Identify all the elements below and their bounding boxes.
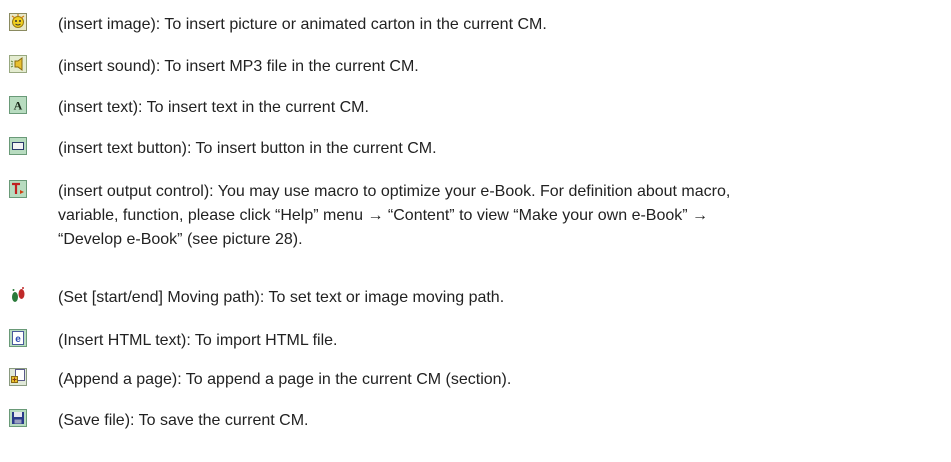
save-file-icon	[9, 409, 27, 427]
item-description: (insert output control): You may use mac…	[58, 180, 943, 252]
item-description: (insert text button): To insert button i…	[58, 140, 437, 157]
append-page-icon	[9, 368, 27, 386]
insert-html-text-icon: e	[9, 329, 27, 347]
item-description: (insert text): To insert text in the cur…	[58, 99, 369, 116]
insert-image-icon	[9, 13, 27, 31]
item-description: (Set [start/end] Moving path): To set te…	[58, 289, 505, 306]
description-line: variable, function, please click “Help” …	[58, 207, 709, 224]
item-description: (Append a page): To append a page in the…	[58, 371, 512, 388]
description-line: (insert output control): You may use mac…	[58, 183, 731, 200]
insert-output-control-icon	[9, 180, 27, 198]
item-description: (Save file): To save the current CM.	[58, 412, 309, 429]
moving-path-icon	[9, 286, 27, 304]
insert-text-button-icon	[9, 137, 27, 155]
insert-text-icon: A	[9, 96, 27, 114]
item-description: (Insert HTML text): To import HTML file.	[58, 332, 338, 349]
svg-text:A: A	[14, 99, 23, 113]
item-description: (insert image): To insert picture or ani…	[58, 16, 547, 33]
item-description: (insert sound): To insert MP3 file in th…	[58, 58, 419, 75]
svg-text:e: e	[15, 334, 21, 345]
insert-sound-icon	[9, 55, 27, 73]
description-line: “Develop e-Book” (see picture 28).	[58, 231, 303, 248]
